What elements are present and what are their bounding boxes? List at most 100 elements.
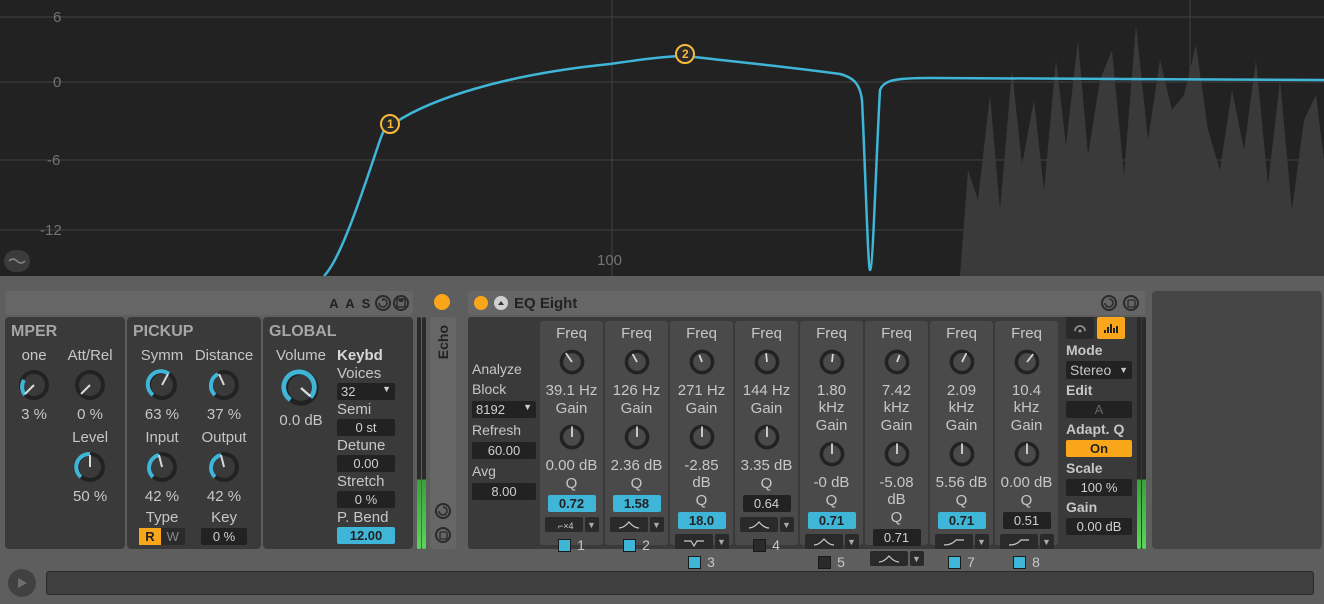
band-2-q-value[interactable]: 1.58 — [613, 495, 661, 512]
band-4-q-value[interactable]: 0.64 — [743, 495, 791, 512]
band-7-gain-knob[interactable] — [947, 439, 977, 469]
band-6-freq-knob[interactable] — [882, 347, 912, 377]
band-3-filter-shape[interactable] — [675, 534, 713, 549]
band-1-shape-dropdown[interactable]: ▼ — [585, 517, 599, 532]
echo-hotswap-icon[interactable] — [435, 503, 451, 519]
eq8-activator[interactable] — [474, 296, 488, 310]
spectrum-toggle-icon[interactable] — [4, 250, 30, 272]
audition-icon[interactable] — [1066, 317, 1094, 339]
band-7-filter-shape[interactable] — [935, 534, 973, 549]
band-7-q-value[interactable]: 0.71 — [938, 512, 986, 529]
band-5-q-label: Q — [826, 492, 838, 509]
gain-value[interactable]: 0.00 dB — [1066, 518, 1132, 535]
band-8-filter-shape[interactable] — [1000, 534, 1038, 549]
hdr-letter-a1[interactable]: A — [327, 295, 341, 311]
block-select[interactable]: 8192▼ — [472, 401, 536, 418]
symm-knob[interactable] — [145, 368, 179, 402]
eq-frequency-graph[interactable]: 6 0 -6 -12 100 1k 1 2 — [0, 0, 1324, 276]
band-4-shape-dropdown[interactable]: ▼ — [780, 517, 794, 532]
band-3-shape-dropdown[interactable]: ▼ — [715, 534, 729, 549]
empty-device-slot[interactable] — [1152, 291, 1322, 549]
arrangement-overview[interactable] — [46, 571, 1314, 595]
symm-label: Symm — [141, 347, 184, 364]
mode-select[interactable]: Stereo▼ — [1066, 361, 1132, 379]
analyze-label: Analyze — [472, 361, 536, 377]
eq8-hotswap-icon[interactable] — [1101, 295, 1117, 311]
band-8-shape-dropdown[interactable]: ▼ — [1040, 534, 1054, 549]
input-knob[interactable] — [145, 450, 179, 484]
band-5-gain-knob[interactable] — [817, 439, 847, 469]
hotswap-icon[interactable] — [375, 295, 391, 311]
voices-select[interactable]: 32▼ — [337, 383, 395, 400]
band-2-filter-shape[interactable] — [610, 517, 648, 532]
echo-save-icon[interactable] — [435, 527, 451, 543]
band-2-gain-knob[interactable] — [622, 422, 652, 452]
band-1-filter-shape[interactable]: ⌐×4 — [545, 517, 583, 532]
hdr-letter-a2[interactable]: A — [343, 295, 357, 311]
stretch-value[interactable]: 0 % — [337, 491, 395, 508]
band-1-gain-knob[interactable] — [557, 422, 587, 452]
echo-collapsed-device[interactable]: Echo — [430, 317, 456, 549]
distance-knob[interactable] — [207, 368, 241, 402]
band-6-q-value[interactable]: 0.71 — [873, 529, 921, 546]
band-6-gain-knob[interactable] — [882, 439, 912, 469]
eq8-body: Analyze Block 8192▼ Refresh 60.00 Avg 8.… — [468, 317, 1145, 549]
band-2-enable-toggle[interactable] — [623, 539, 636, 552]
band-2-shape-dropdown[interactable]: ▼ — [650, 517, 664, 532]
band-8-freq-knob[interactable] — [1012, 347, 1042, 377]
band-4-gain-knob[interactable] — [752, 422, 782, 452]
block-label: Block — [472, 381, 536, 397]
band-1-freq-knob[interactable] — [557, 347, 587, 377]
edit-value[interactable]: A — [1066, 401, 1132, 418]
play-icon[interactable] — [8, 569, 36, 597]
volume-knob[interactable] — [281, 368, 321, 408]
key-value[interactable]: 0 % — [201, 528, 247, 545]
attrel-knob[interactable] — [73, 368, 107, 402]
instrument-titlebar[interactable]: A A S — [5, 291, 413, 315]
eq8-save-icon[interactable] — [1123, 295, 1139, 311]
hdr-letter-s[interactable]: S — [359, 295, 373, 311]
band-5-freq-label: Freq — [816, 325, 847, 342]
scale-value[interactable]: 100 % — [1066, 479, 1132, 496]
y-tick-0: 0 — [53, 74, 61, 91]
tone-knob[interactable] — [17, 368, 51, 402]
band-3-gain-knob[interactable] — [687, 422, 717, 452]
band-7-shape-dropdown[interactable]: ▼ — [975, 534, 989, 549]
band-3-freq-knob[interactable] — [687, 347, 717, 377]
band-8-gain-knob[interactable] — [1012, 439, 1042, 469]
damper-title: MPER — [11, 323, 119, 341]
band-2-freq-knob[interactable] — [622, 347, 652, 377]
refresh-value[interactable]: 60.00 — [472, 442, 536, 459]
band-1-q-value[interactable]: 0.72 — [548, 495, 596, 512]
band-4-freq-knob[interactable] — [752, 347, 782, 377]
save-preset-icon[interactable] — [393, 295, 409, 311]
echo-activator[interactable] — [434, 294, 450, 310]
output-knob[interactable] — [207, 450, 241, 484]
band-3-q-value[interactable]: 18.0 — [678, 512, 726, 529]
band-5-q-value[interactable]: 0.71 — [808, 512, 856, 529]
band-4-filter-shape[interactable] — [740, 517, 778, 532]
detune-value[interactable]: 0.00 — [337, 455, 395, 472]
band-3-q-label: Q — [696, 492, 708, 509]
pbend-value[interactable]: 12.00 — [337, 527, 395, 544]
band-4-enable-toggle[interactable] — [753, 539, 766, 552]
type-r-option[interactable]: R — [139, 528, 160, 545]
type-toggle[interactable]: R W — [139, 528, 185, 545]
band-5-freq-knob[interactable] — [817, 347, 847, 377]
band-1-enable-toggle[interactable] — [558, 539, 571, 552]
semi-value[interactable]: 0 st — [337, 419, 395, 436]
band-5-filter-shape[interactable] — [805, 534, 843, 549]
band-7-freq-knob[interactable] — [947, 347, 977, 377]
band-8-q-value[interactable]: 0.51 — [1003, 512, 1051, 529]
expand-view-icon[interactable] — [1097, 317, 1125, 339]
adaptq-toggle[interactable]: On — [1066, 440, 1132, 457]
avg-value[interactable]: 8.00 — [472, 483, 536, 500]
band-8-gain-label: Gain — [1011, 417, 1043, 434]
eq8-titlebar[interactable]: EQ Eight — [468, 291, 1145, 315]
band-5-shape-dropdown[interactable]: ▼ — [845, 534, 859, 549]
type-w-option[interactable]: W — [161, 528, 185, 545]
eq-band-6: Freq 7.42 kHz Gain -5.08 dB Q 0.71 ▼ 6 — [865, 321, 928, 545]
edit-label: Edit — [1066, 382, 1132, 398]
level-knob[interactable] — [73, 450, 107, 484]
eq8-fold-icon[interactable] — [494, 296, 508, 310]
